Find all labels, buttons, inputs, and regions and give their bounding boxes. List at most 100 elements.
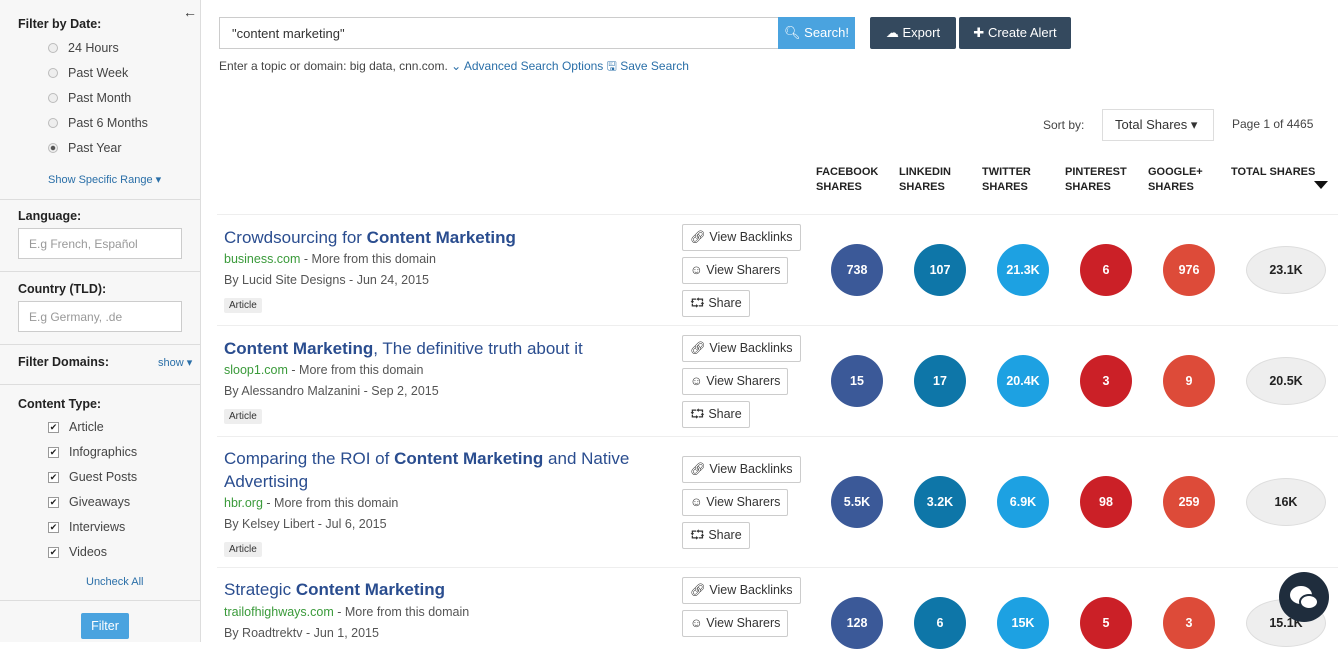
filter-button[interactable]: Filter (81, 613, 129, 639)
sidebar: ← Filter by Date: 24 Hours Past Week Pas… (0, 0, 201, 642)
link-icon: 🔗︎ (690, 341, 706, 355)
view-backlinks-button[interactable]: 🔗︎ View Backlinks (682, 456, 801, 483)
share-button[interactable]: ⮔ Share (682, 290, 750, 317)
total-count: 16K (1246, 478, 1326, 526)
search-icon: 🔍︎ (784, 25, 801, 40)
content-type-title: Content Type: (18, 397, 102, 411)
checkbox-checked-icon[interactable]: ✔ (48, 496, 59, 508)
result-domain[interactable]: business.com - More from this domain (224, 252, 436, 266)
checkbox-checked-icon[interactable]: ✔ (48, 546, 59, 558)
users-icon: ☺ (690, 374, 703, 388)
country-input[interactable]: E.g Germany, .de (18, 301, 182, 332)
view-backlinks-button[interactable]: 🔗︎ View Backlinks (682, 335, 801, 362)
col-google-shares[interactable]: GOOGLE+ SHARES (1148, 165, 1203, 195)
content-type-videos[interactable]: ✔ Videos (48, 545, 107, 559)
total-count: 23.1K (1246, 246, 1326, 294)
view-backlinks-button[interactable]: 🔗︎ View Backlinks (682, 224, 801, 251)
result-title[interactable]: Crowdsourcing for Content Marketing (224, 226, 654, 249)
radio-icon[interactable] (48, 93, 58, 103)
export-button[interactable]: ☁ Export (870, 17, 956, 49)
language-title: Language: (18, 209, 82, 223)
share-button[interactable]: ⮔ Share (682, 522, 750, 549)
twitter-count: 20.4K (997, 355, 1049, 407)
result-title[interactable]: Comparing the ROI of Content Marketing a… (224, 447, 654, 493)
facebook-count: 738 (831, 244, 883, 296)
content-type-guest-posts[interactable]: ✔ Guest Posts (48, 470, 137, 484)
pinterest-count: 5 (1080, 597, 1132, 649)
col-total-shares[interactable]: TOTAL SHARES (1231, 165, 1315, 180)
search-button[interactable]: 🔍︎ Search! (778, 17, 855, 49)
linkedin-count: 6 (914, 597, 966, 649)
filter-domains-show-link[interactable]: show ▾ (158, 356, 192, 369)
result-domain[interactable]: trailofhighways.com - More from this dom… (224, 605, 469, 619)
col-twitter-shares[interactable]: TWITTER SHARES (982, 165, 1031, 195)
date-option-week[interactable]: Past Week (48, 66, 128, 80)
checkbox-checked-icon[interactable]: ✔ (48, 446, 59, 458)
result-title[interactable]: Content Marketing, The definitive truth … (224, 337, 654, 360)
radio-icon[interactable] (48, 68, 58, 78)
filter-domains-title: Filter Domains: (18, 355, 109, 369)
radio-icon[interactable] (48, 118, 58, 128)
users-icon: ☺ (690, 495, 703, 509)
search-input[interactable]: "content marketing" (219, 17, 779, 49)
view-sharers-button[interactable]: ☺ View Sharers (682, 257, 789, 284)
users-icon: ☺ (690, 616, 703, 630)
advanced-search-link[interactable]: ⌄ Advanced Search Options (451, 59, 603, 73)
result-row: Content Marketing, The definitive truth … (217, 325, 1338, 436)
date-option-year[interactable]: Past Year (48, 141, 122, 155)
sort-label: Sort by: (1043, 118, 1085, 132)
col-linkedin-shares[interactable]: LINKEDIN SHARES (899, 165, 951, 195)
result-row: Crowdsourcing for Content Marketing busi… (217, 214, 1338, 325)
radio-icon[interactable] (48, 43, 58, 53)
result-domain[interactable]: hbr.org - More from this domain (224, 496, 398, 510)
google-count: 9 (1163, 355, 1215, 407)
google-count: 976 (1163, 244, 1215, 296)
share-icon: ⮔ (690, 296, 705, 310)
result-tag: Article (224, 409, 262, 424)
date-filter-section: Filter by Date: 24 Hours Past Week Past … (0, 0, 200, 200)
facebook-count: 5.5K (831, 476, 883, 528)
content-type-infographics[interactable]: ✔ Infographics (48, 445, 137, 459)
share-button[interactable]: ⮔ Share (682, 401, 750, 428)
view-sharers-button[interactable]: ☺ View Sharers (682, 368, 789, 395)
checkbox-checked-icon[interactable]: ✔ (48, 471, 59, 483)
show-specific-range-link[interactable]: Show Specific Range ▾ (48, 173, 161, 186)
language-input[interactable]: E.g French, Español (18, 228, 182, 259)
content-type-giveaways[interactable]: ✔ Giveaways (48, 495, 130, 509)
sort-desc-icon[interactable] (1314, 181, 1328, 189)
plus-icon: ✚ (973, 25, 985, 40)
result-title[interactable]: Strategic Content Marketing (224, 578, 654, 601)
checkbox-checked-icon[interactable]: ✔ (48, 521, 59, 533)
content-type-article[interactable]: ✔ Article (48, 420, 104, 434)
content-type-section: Content Type: ✔ Article ✔ Infographics ✔ Gu… (0, 385, 200, 601)
checkbox-checked-icon[interactable]: ✔ (48, 421, 59, 433)
share-icon: ⮔ (690, 407, 705, 421)
save-search-link[interactable]: 🖫︎ Save Search (607, 59, 689, 73)
content-type-interviews[interactable]: ✔ Interviews (48, 520, 125, 534)
date-option-24h[interactable]: 24 Hours (48, 41, 119, 55)
result-tag: Article (224, 298, 262, 313)
country-title: Country (TLD): (18, 282, 107, 296)
date-option-month[interactable]: Past Month (48, 91, 131, 105)
result-author: By Kelsey Libert - Jul 6, 2015 (224, 517, 387, 531)
date-option-6months[interactable]: Past 6 Months (48, 116, 148, 130)
result-author: By Alessandro Malzanini - Sep 2, 2015 (224, 384, 439, 398)
create-alert-button[interactable]: ✚ Create Alert (959, 17, 1071, 49)
col-facebook-shares[interactable]: FACEBOOK SHARES (816, 165, 878, 195)
search-hint: Enter a topic or domain: big data, cnn.c… (219, 59, 689, 73)
view-sharers-button[interactable]: ☺ View Sharers (682, 610, 789, 637)
uncheck-all-link[interactable]: Uncheck All (86, 576, 143, 588)
result-row: Strategic Content Marketing trailofhighw… (217, 567, 1338, 649)
result-author: By Lucid Site Designs - Jun 24, 2015 (224, 273, 429, 287)
view-backlinks-button[interactable]: 🔗︎ View Backlinks (682, 577, 801, 604)
caret-down-icon: ▾ (1190, 117, 1198, 132)
chat-widget-button[interactable] (1279, 572, 1329, 622)
col-pinterest-shares[interactable]: PINTEREST SHARES (1065, 165, 1127, 195)
chevron-down-icon: ⌄ (451, 59, 462, 73)
radio-selected-icon[interactable] (48, 143, 58, 153)
facebook-count: 128 (831, 597, 883, 649)
result-domain[interactable]: sloop1.com - More from this domain (224, 363, 423, 377)
view-sharers-button[interactable]: ☺ View Sharers (682, 489, 789, 516)
result-author: By Roadtrektv - Jun 1, 2015 (224, 626, 379, 640)
sort-select[interactable]: Total Shares ▾ (1102, 109, 1214, 141)
